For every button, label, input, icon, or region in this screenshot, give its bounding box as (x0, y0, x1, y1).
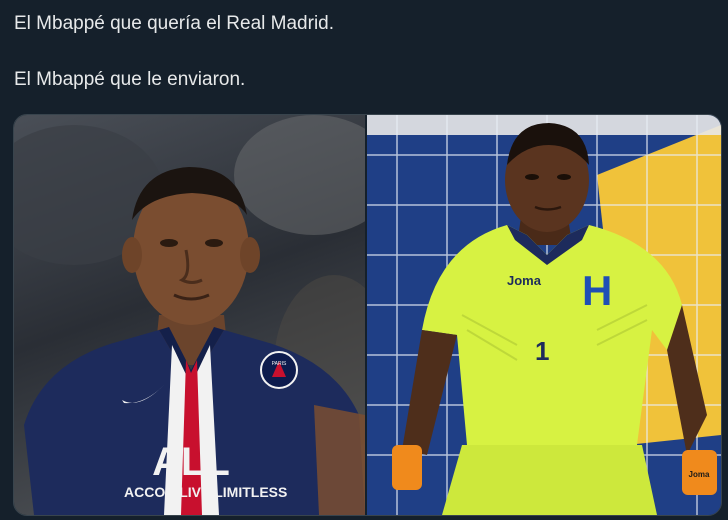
post-line-1: El Mbappé que quería el Real Madrid. (14, 13, 335, 34)
jersey-sponsor: ACCOR LIVE LIMITLESS (124, 484, 287, 500)
photo-left[interactable]: PARIS ALL ACCOR LIVE LIMITLESS (14, 115, 365, 515)
psg-player-illustration: PARIS ALL ACCOR LIVE LIMITLESS (14, 115, 365, 515)
crest-text: PARIS (272, 361, 287, 367)
glove-brand: Joma (689, 470, 710, 479)
post-text: El Mbappé que quería el Real Madrid. El … (14, 10, 714, 94)
honduras-goalkeeper-illustration: Joma Joma H 1 (367, 115, 721, 515)
left-glove-icon (392, 445, 422, 490)
media-grid: PARIS ALL ACCOR LIVE LIMITLESS Joma Joma… (13, 114, 722, 516)
jersey-number: 1 (535, 336, 549, 366)
post-line-2: El Mbappé que le enviaron. (14, 69, 246, 90)
jersey-logo-all: ALL (152, 440, 230, 484)
jersey-brand: Joma (507, 273, 542, 288)
photo-right[interactable]: Joma Joma H 1 (367, 115, 721, 515)
honduras-crest-icon: H (582, 267, 612, 314)
